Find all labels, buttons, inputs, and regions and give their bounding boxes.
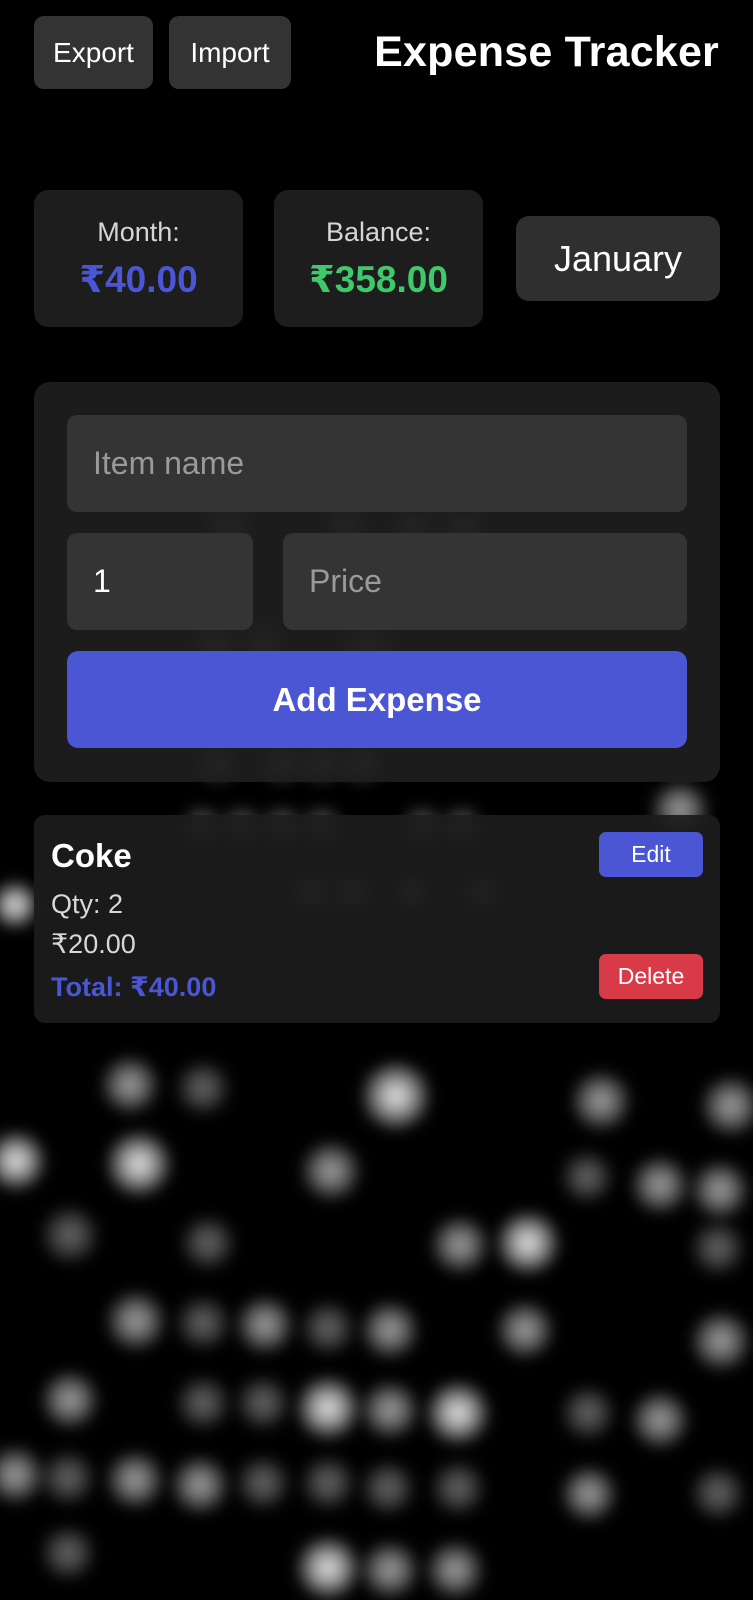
app-screen: Export Import Expense Tracker Month: ₹40…	[0, 0, 753, 1600]
month-total-card: Month: ₹40.00	[34, 190, 243, 327]
expense-total: Total: ₹40.00	[51, 972, 217, 1002]
month-total-value: ₹40.00	[79, 258, 198, 300]
balance-card: Balance: ₹358.00	[274, 190, 483, 327]
add-expense-form: Item name 1 Price Add Expense	[34, 382, 720, 782]
item-name-input[interactable]: Item name	[67, 415, 687, 512]
expense-quantity: Qty: 2	[51, 889, 124, 919]
import-button[interactable]: Import	[169, 16, 291, 89]
price-input[interactable]: Price	[283, 533, 687, 630]
balance-label: Balance:	[325, 216, 432, 247]
delete-button[interactable]: Delete	[599, 954, 703, 999]
app-header: Export Import Expense Tracker	[0, 0, 753, 100]
month-select[interactable]: January	[516, 216, 720, 301]
expense-item: Coke Qty: 2 ₹20.00 Total: ₹40.00 Edit De…	[34, 815, 720, 1023]
add-expense-button[interactable]: Add Expense	[67, 651, 687, 748]
expense-price: ₹20.00	[51, 929, 136, 959]
edit-button[interactable]: Edit	[599, 832, 703, 877]
month-total-label: Month:	[97, 216, 180, 247]
expense-name: Coke	[51, 837, 132, 874]
app-title: Expense Tracker	[374, 28, 719, 76]
balance-value: ₹358.00	[309, 258, 448, 300]
export-button[interactable]: Export	[34, 16, 153, 89]
quantity-input[interactable]: 1	[67, 533, 253, 630]
